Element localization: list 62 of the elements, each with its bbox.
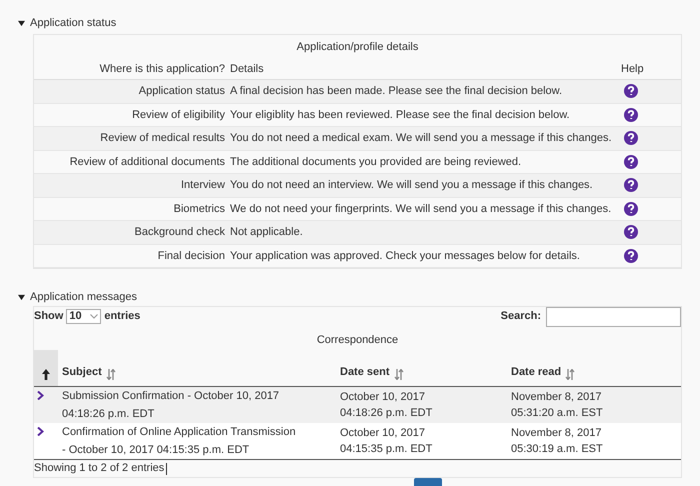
table-cell-text: October 10, 2017 — [340, 390, 426, 405]
message-subject[interactable]: - October 10, 2017 04:15:35 p.m. EDT — [62, 443, 340, 457]
search-field[interactable] — [546, 306, 681, 326]
chevron-right-icon[interactable] — [37, 427, 44, 436]
up-arrow-icon — [42, 369, 50, 380]
sort-icon[interactable] — [394, 369, 404, 380]
table-cell-text: Application status — [138, 84, 225, 99]
expanded-triangle-icon[interactable] — [18, 20, 25, 27]
chevron-right-icon[interactable] — [37, 391, 44, 400]
table-cell-text: We do not need your fingerprints. We will send you a message if this changes. — [230, 202, 612, 216]
table-cell-text: Not applicable. — [230, 225, 304, 240]
help-icon[interactable] — [624, 154, 638, 169]
message-subject[interactable]: 04:18:26 p.m. EDT — [62, 407, 340, 421]
table-cell-text: You do not need a medical exam. We will send you a message if this changes. — [230, 131, 613, 146]
column-header: Details — [230, 62, 265, 77]
help-icon[interactable] — [624, 248, 638, 263]
table-cell-text: A final decision has been made. Please see the final decision below. — [230, 84, 564, 99]
table-cell-text: 05:31:20 a.m. EST — [511, 406, 604, 421]
help-icon[interactable] — [624, 225, 638, 240]
help-icon[interactable] — [624, 202, 638, 216]
column-header[interactable]: Subject — [62, 364, 102, 380]
table-cell-text: Interview — [180, 178, 225, 193]
entries-info: Showing 1 to 2 of 2 entries — [34, 461, 164, 476]
sort-column-header[interactable] — [34, 350, 58, 386]
column-header: Help — [621, 62, 644, 77]
expanded-triangle-icon[interactable] — [18, 294, 25, 301]
column-header: Where is this application? — [98, 62, 225, 77]
table-cell-text: Your eligiblity has been reviewed. Please see the final decision below. — [230, 108, 571, 122]
message-subject[interactable]: Submission Confirmation - October 10, 2017 — [62, 389, 340, 403]
table-cell-text: Biometrics — [172, 202, 225, 216]
table-cell-text: Final decision — [156, 248, 225, 264]
sort-icon[interactable] — [106, 369, 116, 380]
table-cell-text: Review of medical results — [99, 131, 225, 146]
table-cell-text: Review of eligibility — [131, 108, 225, 122]
column-header[interactable]: Date read — [511, 364, 562, 380]
table-caption: Application/profile details — [296, 40, 420, 54]
sort-icon[interactable] — [565, 369, 576, 380]
help-icon[interactable] — [624, 178, 638, 192]
column-header[interactable]: Date sent — [340, 364, 390, 380]
table-cell-text: Review of additional documents — [68, 154, 225, 170]
help-icon[interactable] — [624, 131, 638, 146]
table-caption: Correspondence — [316, 332, 400, 348]
table-cell-text: November 8, 2017 — [511, 390, 602, 405]
entries-label: entries — [104, 309, 140, 324]
section-title[interactable]: Application messages — [30, 289, 138, 306]
page-size-select[interactable]: 10 — [66, 309, 102, 324]
message-subject[interactable]: Confirmation of Online Application Transmission — [62, 425, 340, 439]
show-label: Show — [34, 309, 64, 324]
table-cell-text: October 10, 2017 — [340, 426, 426, 441]
section-title[interactable]: Application status — [30, 15, 116, 32]
table-cell-text: November 8, 2017 — [511, 426, 602, 441]
table-cell-text: 04:15:35 p.m. EDT — [340, 442, 434, 457]
help-icon[interactable] — [624, 84, 638, 98]
table-cell-text: The additional documents you provided are being reviewed. — [230, 154, 522, 170]
table-cell-text: Your application was approved. Check your messages below for details. — [230, 248, 581, 264]
help-icon[interactable] — [624, 108, 638, 122]
table-cell-text: You do not need an interview. We will send you a message if this changes. — [230, 178, 594, 193]
table-cell-text: 05:30:19 a.m. EST — [511, 442, 604, 457]
table-cell-text: Background check — [134, 225, 225, 240]
chevron-down-icon — [90, 314, 98, 319]
table-cell-text: 04:18:26 p.m. EDT — [340, 406, 434, 421]
search-label: Search: — [500, 309, 541, 324]
